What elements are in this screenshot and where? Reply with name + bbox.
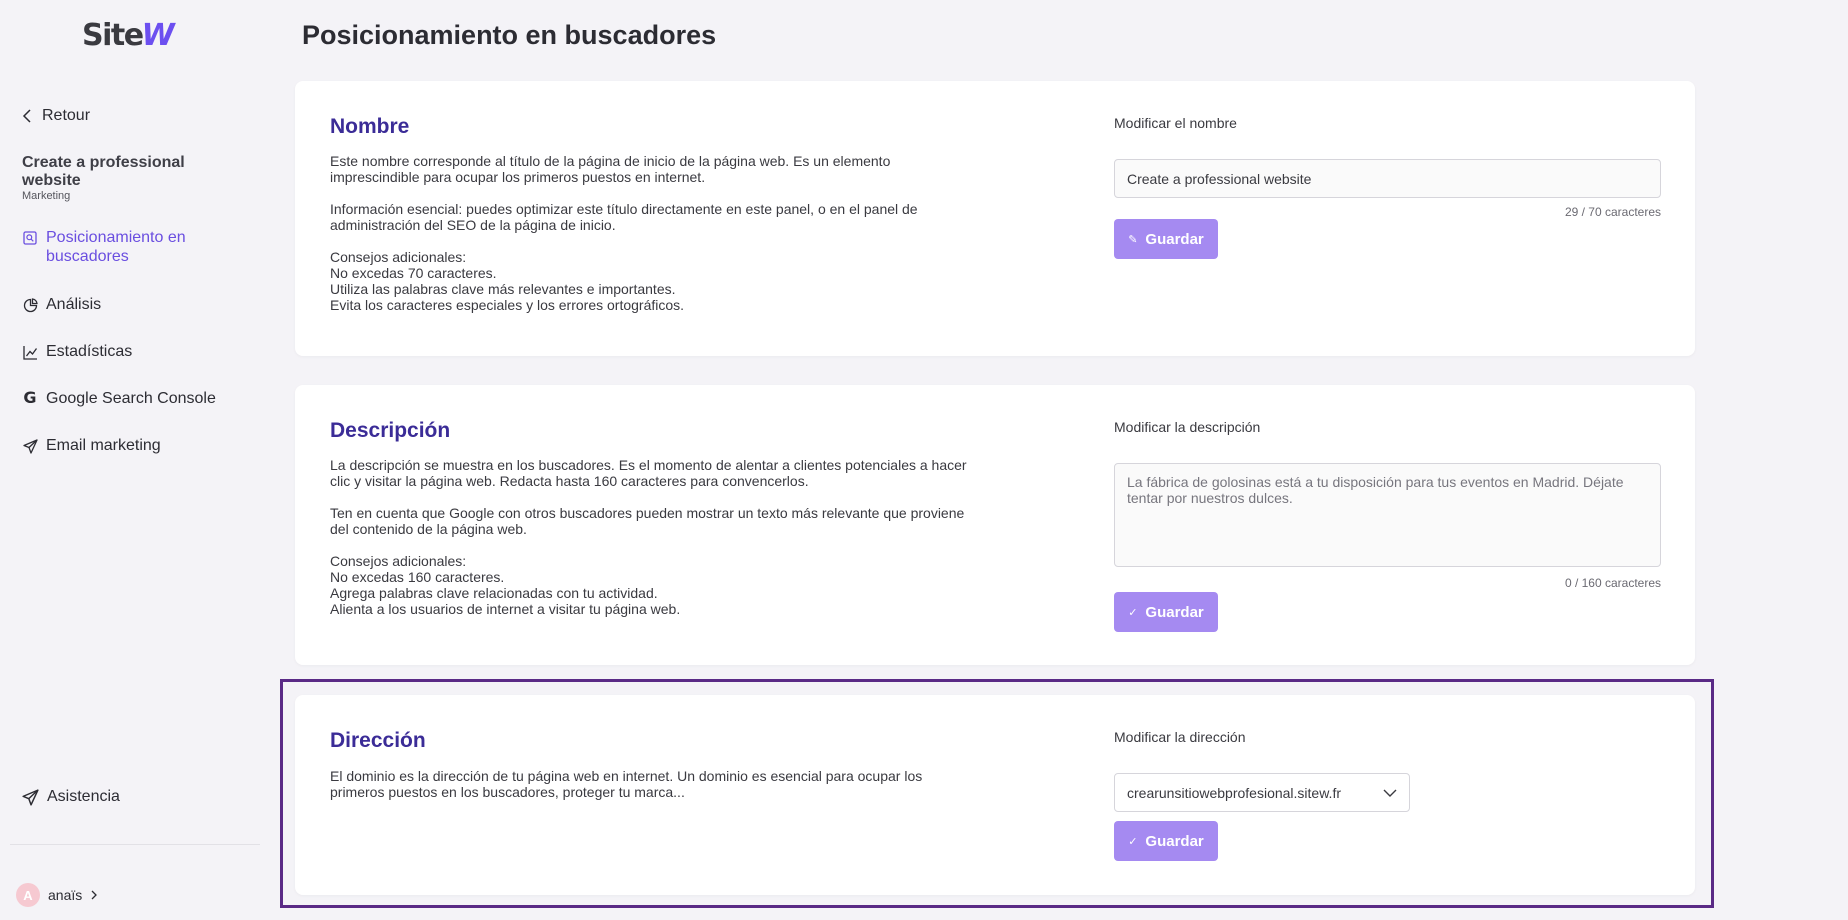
- description-paragraph: La descripción se muestra en los buscado…: [330, 457, 967, 489]
- button-label: Guardar: [1145, 832, 1204, 850]
- description-heading: Descripción: [330, 419, 451, 442]
- description-textarea[interactable]: [1114, 463, 1661, 567]
- sidebar-item-google-search-console[interactable]: G Google Search Console: [22, 387, 252, 408]
- address-field-label: Modificar la dirección: [1114, 729, 1246, 745]
- name-field-label: Modificar el nombre: [1114, 115, 1237, 131]
- name-paragraph: Este nombre corresponde al título de la …: [330, 153, 891, 185]
- button-label: Guardar: [1145, 603, 1204, 621]
- address-description: El dominio es la dirección de tu página …: [330, 768, 980, 800]
- address-card: Dirección El dominio es la dirección de …: [295, 695, 1695, 895]
- address-heading: Dirección: [330, 729, 426, 752]
- avatar: A: [16, 883, 40, 907]
- name-description: Este nombre corresponde al título de la …: [330, 153, 980, 313]
- name-input[interactable]: [1114, 159, 1661, 198]
- name-card: Nombre Este nombre corresponde al título…: [295, 81, 1695, 356]
- seo-search-icon: [22, 230, 38, 246]
- sidebar-item-label: Análisis: [46, 296, 102, 313]
- save-address-button[interactable]: ✓ Guardar: [1114, 821, 1218, 861]
- description-card: Descripción La descripción se muestra en…: [295, 385, 1695, 665]
- tip-item: No excedas 70 caracteres.: [330, 265, 497, 281]
- description-char-counter: 0 / 160 caracteres: [1564, 576, 1661, 590]
- site-title: Create a professional website: [22, 154, 185, 189]
- sidebar-item-label: Email marketing: [46, 437, 161, 454]
- google-icon: G: [23, 387, 37, 407]
- tip-item: Alienta a los usuarios de internet a vis…: [330, 601, 681, 617]
- assistance-label: Asistencia: [47, 788, 120, 805]
- chevron-left-icon: [22, 109, 31, 123]
- name-heading: Nombre: [330, 115, 410, 138]
- page-title: Posicionamiento en buscadores: [302, 20, 717, 50]
- tips-heading: Consejos adicionales:: [330, 553, 467, 569]
- address-paragraph: El dominio es la dirección de tu página …: [330, 768, 923, 800]
- send-icon: [22, 788, 39, 806]
- sidebar-item-label: Google Search Console: [46, 390, 216, 407]
- logo-text: Site: [82, 17, 144, 53]
- sidebar-item-label: Posicionamiento en buscadores: [46, 229, 186, 265]
- description-field-label: Modificar la descripción: [1114, 419, 1261, 435]
- analysis-icon: [22, 297, 38, 313]
- save-description-button[interactable]: ✓ Guardar: [1114, 592, 1218, 632]
- send-icon: [22, 438, 38, 454]
- sidebar-divider: [10, 844, 260, 845]
- chevron-down-icon: [1383, 789, 1397, 797]
- check-icon: ✓: [1128, 606, 1138, 619]
- tip-item: Agrega palabras clave relacionadas con t…: [330, 585, 658, 601]
- chart-icon: [22, 344, 38, 360]
- user-menu[interactable]: A anaïs: [16, 883, 98, 907]
- sidebar-item-seo[interactable]: Posicionamiento en buscadores: [22, 228, 252, 266]
- tip-item: No excedas 160 caracteres.: [330, 569, 505, 585]
- logo-mark: W: [141, 17, 175, 53]
- button-label: Guardar: [1145, 230, 1204, 248]
- chevron-right-icon: [91, 890, 98, 900]
- tips-heading: Consejos adicionales:: [330, 249, 467, 265]
- sidebar: Site W Retour Create a professional websi…: [0, 0, 274, 920]
- edit-icon: ✎: [1128, 233, 1138, 246]
- assistance-link[interactable]: Asistencia: [22, 788, 120, 806]
- name-char-counter: 29 / 70 caracteres: [1564, 205, 1661, 219]
- sitew-logo[interactable]: Site W: [82, 17, 175, 53]
- back-label: Retour: [42, 107, 91, 124]
- sidebar-item-statistics[interactable]: Estadísticas: [22, 342, 252, 361]
- tip-item: Utiliza las palabras clave más relevante…: [330, 281, 676, 297]
- name-paragraph: Información esencial: puedes optimizar e…: [330, 201, 918, 233]
- sidebar-item-analysis[interactable]: Análisis: [22, 295, 252, 314]
- sidebar-item-email-marketing[interactable]: Email marketing: [22, 436, 252, 455]
- check-icon: ✓: [1128, 835, 1138, 848]
- domain-select[interactable]: crearunsitiowebprofesional.sitew.fr: [1114, 773, 1410, 812]
- description-paragraph: Ten en cuenta que Google con otros busca…: [330, 505, 965, 537]
- tip-item: Evita los caracteres especiales y los er…: [330, 297, 685, 313]
- back-link[interactable]: Retour: [22, 107, 90, 125]
- user-name: anaïs: [48, 887, 83, 903]
- sidebar-item-label: Estadísticas: [46, 343, 133, 360]
- description-description: La descripción se muestra en los buscado…: [330, 457, 980, 617]
- site-category: Marketing: [22, 190, 71, 202]
- save-name-button[interactable]: ✎ Guardar: [1114, 219, 1218, 259]
- selected-domain: crearunsitiowebprofesional.sitew.fr: [1127, 784, 1341, 801]
